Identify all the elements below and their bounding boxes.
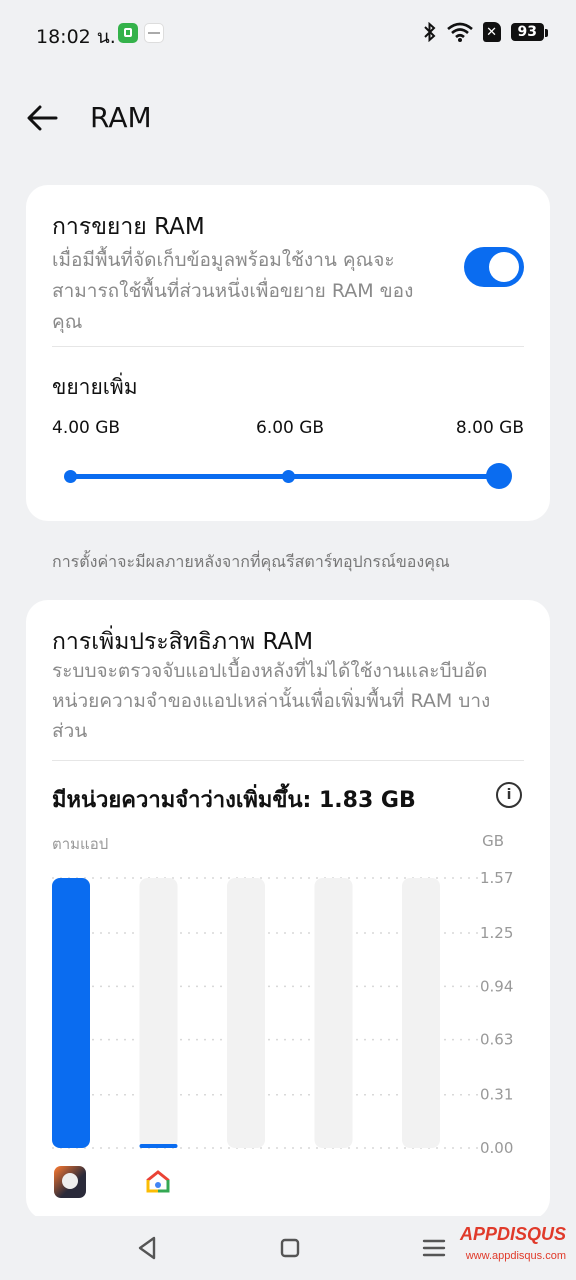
watermark-logo: APPDISQUS: [459, 1224, 566, 1244]
triangle-back-icon: [138, 1236, 156, 1260]
chart-bar-background: [227, 878, 265, 1148]
watermark-site: www.appdisqus.com: [465, 1250, 566, 1262]
square-home-icon: [280, 1238, 300, 1258]
system-navigation-bar: APPDISQUS www.appdisqus.com: [0, 1216, 576, 1280]
y-tick-label: 0.00: [480, 1139, 513, 1157]
y-tick-label: 0.94: [480, 977, 513, 995]
home-shape-icon: [146, 1170, 170, 1193]
slider-stop-4gb[interactable]: [64, 470, 77, 483]
arrow-left-icon: [27, 105, 58, 131]
y-tick-label: 0.31: [480, 1086, 513, 1104]
no-sim-icon: ✕: [482, 22, 501, 42]
ram-optimization-card: การเพิ่มประสิทธิภาพ RAM ระบบจะตรวจจับแอป…: [26, 600, 550, 1220]
y-tick-label: 1.25: [480, 924, 513, 942]
memory-bar-chart: 0.00 0.31 0.63 0.94 1.25 1.57: [52, 870, 513, 1157]
watermark: APPDISQUS www.appdisqus.com: [440, 1220, 570, 1268]
info-icon[interactable]: i: [496, 782, 522, 808]
expand-size-label: ขยายเพิ่ม: [52, 375, 138, 399]
ram-optimization-title: การเพิ่มประสิทธิภาพ RAM: [52, 629, 314, 655]
ram-optimization-description: ระบบจะตรวจจับแอปเบื้องหลังที่ไม่ได้ใช้งา…: [52, 660, 491, 742]
divider: [52, 760, 524, 761]
status-bar: 18:02 น. ✕ 93: [0, 0, 576, 68]
slider-stop-6gb[interactable]: [282, 470, 295, 483]
nav-home-button[interactable]: [274, 1232, 306, 1264]
option-6gb-label: 6.00 GB: [256, 418, 325, 438]
toggle-knob: [489, 252, 519, 282]
wifi-icon: [446, 22, 473, 42]
chart-bar: [139, 1144, 178, 1148]
ram-extension-description: เมื่อมีพื้นที่จัดเก็บข้อมูลพร้อมใช้งาน ค…: [52, 249, 414, 333]
chart-bar-background: [314, 878, 353, 1148]
status-icons: ✕ 93: [423, 22, 549, 42]
option-8gb-label: 8.00 GB: [455, 418, 524, 438]
chart-bar-background: [402, 878, 440, 1148]
ram-extension-toggle[interactable]: [464, 247, 524, 287]
back-button[interactable]: [22, 98, 66, 138]
by-app-label: ตามแอป: [52, 835, 109, 853]
app-notification-icon: [144, 23, 164, 43]
divider: [52, 346, 524, 347]
slider-thumb[interactable]: [486, 463, 512, 489]
nav-back-button[interactable]: [132, 1232, 164, 1264]
restart-note: การตั้งค่าจะมีผลภายหลังจากที่คุณรีสตาร์ท…: [52, 552, 450, 571]
battery-indicator: 93: [510, 23, 549, 41]
page-title: RAM: [90, 101, 152, 134]
app-icon-game[interactable]: [54, 1166, 86, 1198]
ram-extension-title: การขยาย RAM: [52, 214, 205, 240]
free-memory-label: มีหน่วยความจำว่างเพิ่มขึ้น: 1.83 GB: [52, 788, 416, 813]
google-home-icon[interactable]: [142, 1166, 174, 1198]
wechat-notification-icon: [118, 23, 138, 43]
status-time: 18:02 น.: [36, 26, 116, 48]
y-tick-label: 1.57: [480, 870, 513, 887]
unit-label: GB: [482, 832, 504, 850]
chart-bar: [52, 878, 90, 1148]
page-header: RAM: [0, 88, 576, 150]
option-4gb-label: 4.00 GB: [52, 418, 121, 438]
y-tick-label: 0.63: [480, 1031, 513, 1049]
chart-bar-background: [139, 878, 178, 1148]
bluetooth-icon: [423, 22, 435, 42]
ram-size-slider[interactable]: [64, 463, 512, 489]
ram-extension-card: การขยาย RAM เมื่อมีพื้นที่จัดเก็บข้อมูลพ…: [26, 185, 550, 521]
